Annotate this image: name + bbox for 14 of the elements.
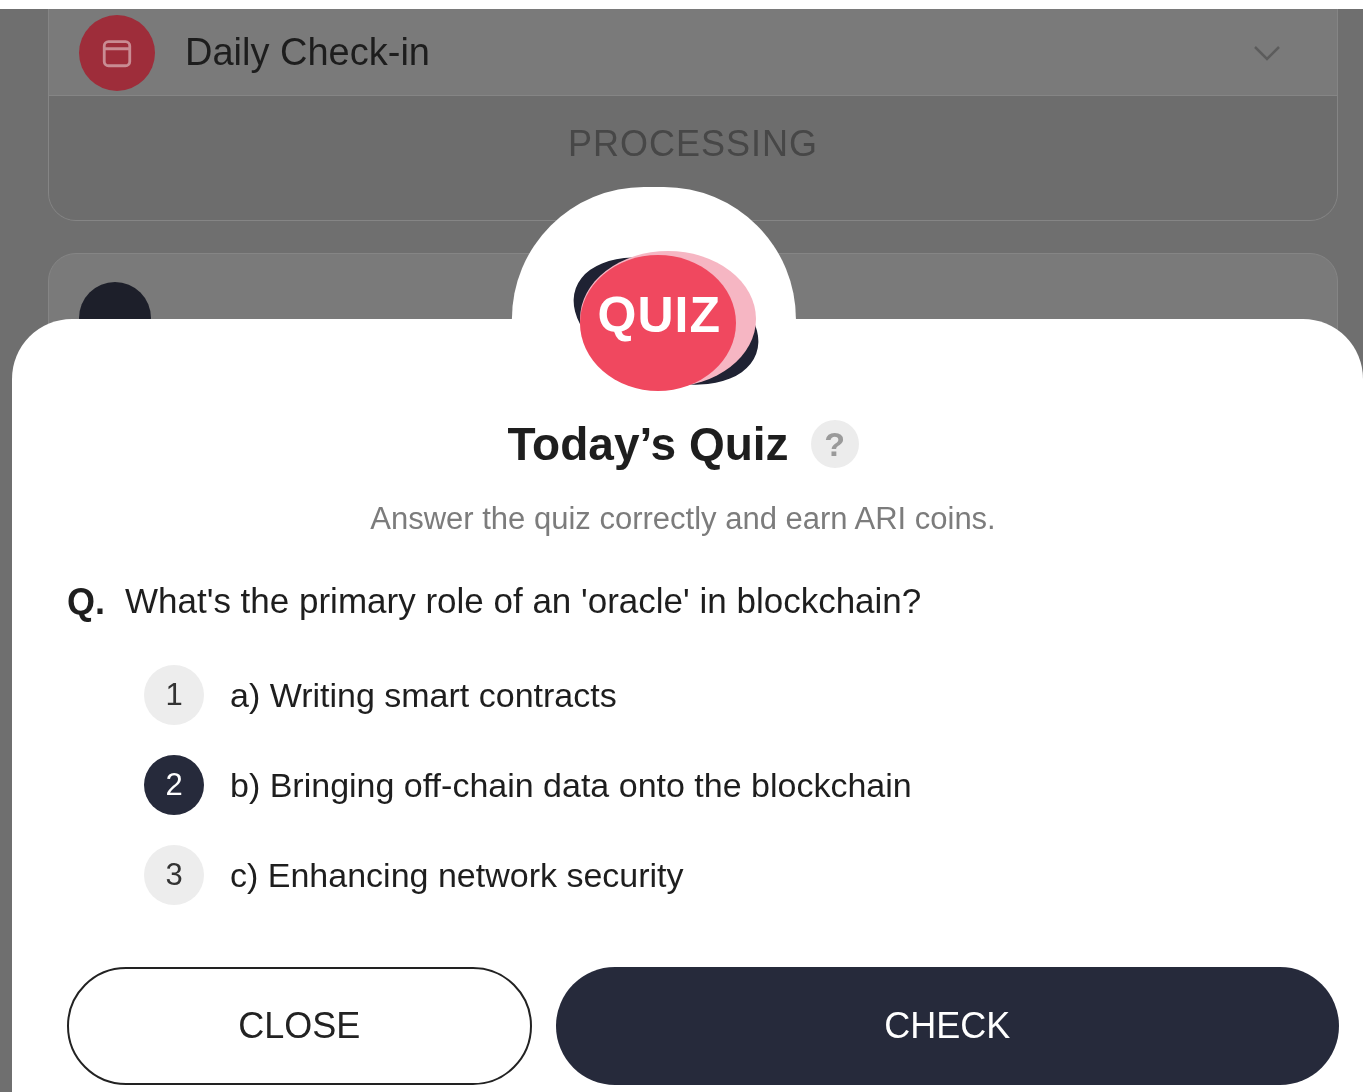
option-number[interactable]: 1 [144,665,204,725]
option-number[interactable]: 2 [144,755,204,815]
question-prefix: Q. [67,581,105,623]
question-text: What's the primary role of an 'oracle' in blockchain? [125,581,922,622]
quiz-title: Today’s Quiz [507,417,789,471]
option-text[interactable]: b) Bringing off-chain data onto the blockchain [230,765,912,805]
card-title: Daily Check-in [185,31,431,74]
quiz-subtitle: Answer the quiz correctly and earn ARI coins. [370,501,996,537]
close-button[interactable]: CLOSE [67,967,532,1085]
chevron-down-icon[interactable] [1252,43,1282,62]
check-button[interactable]: CHECK [555,967,1339,1085]
option-number[interactable]: 3 [144,845,204,905]
option-text[interactable]: c) Enhancing network security [230,855,684,895]
option-text[interactable]: a) Writing smart contracts [230,675,617,715]
